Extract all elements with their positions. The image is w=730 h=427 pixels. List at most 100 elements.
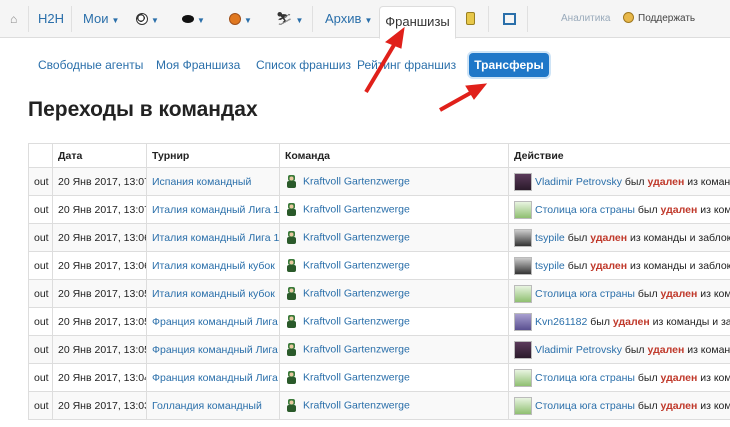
direction-cell: out	[28, 307, 53, 336]
team-cell: Kraftvoll Gartenzwerge	[279, 223, 509, 252]
avatar[interactable]	[514, 172, 532, 191]
tournament-link[interactable]: Франция командный Лига 1	[152, 344, 279, 356]
nav-analytics[interactable]: Аналитика	[561, 0, 611, 38]
tournament-cell: Испания командный	[146, 167, 280, 196]
nav-football[interactable]: ▼	[136, 0, 159, 38]
action-text: был	[624, 343, 645, 356]
arrow-to-transfers	[439, 89, 475, 112]
runner-icon: ⛷	[276, 11, 293, 26]
date-cell: 20 Янв 2017, 13:03	[52, 391, 147, 420]
tournament-link[interactable]: Голландия командный	[152, 400, 262, 412]
user-link[interactable]: Vladimir Petrovsky	[535, 343, 622, 355]
gnome-icon	[287, 287, 296, 300]
gnome-icon	[287, 231, 296, 244]
tab-rating[interactable]: Рейтинг франшиз	[357, 58, 456, 72]
action-cell: Столица юга страны был удален из команды	[508, 279, 730, 308]
home-icon[interactable]: ⌂	[10, 0, 17, 38]
tournament-link[interactable]: Италия командный кубок	[152, 260, 275, 272]
top-nav: ⌂ H2H Мои ▼ ▼ ▼ ▼ ⛷ ▼ Архив ▼ Франшизы Анал…	[0, 0, 730, 39]
nav-basketball[interactable]: ▼	[229, 0, 252, 38]
removed-label: удален	[590, 259, 628, 272]
avatar[interactable]	[514, 368, 532, 387]
action-cell: Vladimir Petrovsky был удален из команды	[508, 167, 730, 196]
tab-free-agents[interactable]: Свободные агенты	[38, 58, 143, 72]
column-header-team: Команда	[279, 143, 509, 168]
action-rest: из команды	[687, 343, 730, 356]
team-link[interactable]: Kraftvoll Gartenzwerge	[303, 315, 410, 327]
medal-icon	[466, 12, 475, 25]
avatar[interactable]	[514, 312, 532, 331]
user-link[interactable]: Столица юга страны	[535, 203, 635, 215]
nav-franchises[interactable]: Франшизы	[379, 6, 456, 39]
nav-archive[interactable]: Архив ▼	[325, 0, 372, 38]
action-cell: Столица юга страны был удален из команды	[508, 363, 730, 392]
user-link[interactable]: Vladimir Petrovsky	[535, 175, 622, 187]
tab-my-franchise[interactable]: Моя Франшиза	[156, 58, 240, 72]
nav-moi-label: Мои	[83, 11, 109, 26]
removed-label: удален	[590, 231, 628, 244]
nav-support[interactable]: Поддержать	[623, 0, 695, 38]
nav-hockey[interactable]: ▼	[182, 0, 205, 38]
action-text: был	[624, 175, 645, 188]
nav-h2h[interactable]: H2H	[38, 0, 64, 38]
removed-label: удален	[647, 175, 685, 188]
action-text: был	[567, 259, 588, 272]
tournament-link[interactable]: Франция командный Лига 1	[152, 372, 279, 384]
avatar[interactable]	[514, 256, 532, 275]
tournament-link[interactable]: Испания командный	[152, 176, 251, 188]
basketball-icon	[229, 13, 241, 25]
user-link[interactable]: Столица юга страны	[535, 399, 635, 411]
action-rest: из команды и забл	[652, 315, 730, 328]
tournament-cell: Голландия командный	[146, 391, 280, 420]
removed-label: удален	[660, 203, 698, 216]
action-cell: Vladimir Petrovsky был удален из команды	[508, 335, 730, 364]
arrow-head	[465, 83, 488, 100]
chevron-down-icon: ▼	[295, 16, 304, 25]
nav-book[interactable]	[503, 0, 516, 38]
avatar[interactable]	[514, 200, 532, 219]
team-link[interactable]: Kraftvoll Gartenzwerge	[303, 259, 410, 271]
direction-cell: out	[28, 391, 53, 420]
team-link[interactable]: Kraftvoll Gartenzwerge	[303, 399, 410, 411]
avatar[interactable]	[514, 284, 532, 303]
tournament-link[interactable]: Италия командный Лига 1	[152, 232, 279, 244]
team-link[interactable]: Kraftvoll Gartenzwerge	[303, 343, 410, 355]
user-link[interactable]: Kvn261182	[535, 315, 587, 327]
team-link[interactable]: Kraftvoll Gartenzwerge	[303, 231, 410, 243]
team-link[interactable]: Kraftvoll Gartenzwerge	[303, 371, 410, 383]
tab-transfers[interactable]: Трансферы	[469, 53, 549, 77]
direction-cell: out	[28, 279, 53, 308]
user-link[interactable]: Столица юга страны	[535, 287, 635, 299]
nav-moi[interactable]: Мои ▼	[83, 0, 119, 38]
action-text: был	[637, 287, 658, 300]
team-link[interactable]: Kraftvoll Gartenzwerge	[303, 203, 410, 215]
avatar[interactable]	[514, 340, 532, 359]
team-cell: Kraftvoll Gartenzwerge	[279, 363, 509, 392]
removed-label: удален	[660, 287, 698, 300]
nav-medal[interactable]	[466, 0, 475, 38]
team-cell: Kraftvoll Gartenzwerge	[279, 167, 509, 196]
table-row: out 20 Янв 2017, 13:04 Франция командный Л…	[28, 363, 730, 392]
gnome-icon	[287, 203, 296, 216]
nav-fitness[interactable]: ⛷ ▼	[276, 0, 303, 38]
team-link[interactable]: Kraftvoll Gartenzwerge	[303, 175, 410, 187]
tournament-link[interactable]: Франция командный Лига 1	[152, 316, 279, 328]
tournament-link[interactable]: Италия командный Лига 1	[152, 204, 279, 216]
user-link[interactable]: tsypile	[535, 231, 565, 243]
direction-cell: out	[28, 363, 53, 392]
avatar[interactable]	[514, 228, 532, 247]
avatar[interactable]	[514, 396, 532, 415]
team-link[interactable]: Kraftvoll Gartenzwerge	[303, 287, 410, 299]
chevron-down-icon: ▼	[111, 16, 120, 25]
user-link[interactable]: Столица юга страны	[535, 371, 635, 383]
table-row: out 20 Янв 2017, 13:05 Италия командный ку…	[28, 279, 730, 308]
date-cell: 20 Янв 2017, 13:05	[52, 335, 147, 364]
date-cell: 20 Янв 2017, 13:07	[52, 167, 147, 196]
direction-cell: out	[28, 335, 53, 364]
user-link[interactable]: tsypile	[535, 259, 565, 271]
tab-franchise-list[interactable]: Список франшиз	[256, 58, 351, 72]
removed-label: удален	[660, 399, 698, 412]
date-cell: 20 Янв 2017, 13:06	[52, 251, 147, 280]
column-header-tournament: Турнир	[146, 143, 280, 168]
tournament-link[interactable]: Италия командный кубок	[152, 288, 275, 300]
